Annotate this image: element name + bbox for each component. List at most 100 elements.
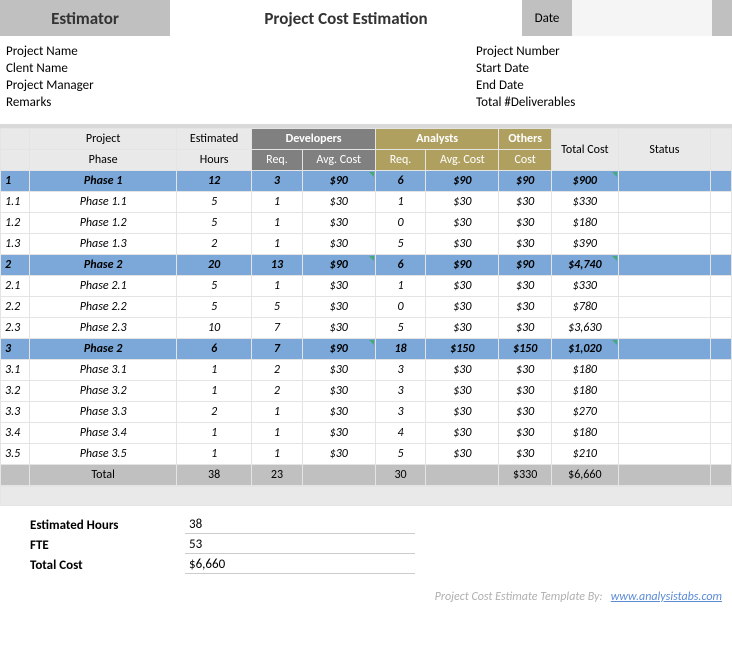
cell-status[interactable] [618, 213, 710, 234]
cell-ana-req[interactable]: 5 [375, 318, 425, 339]
cell-others[interactable]: $90 [499, 255, 551, 276]
cell-ana-avg[interactable]: $30 [426, 423, 499, 444]
cell-ana-req[interactable]: 3 [375, 360, 425, 381]
cell-others[interactable]: $30 [499, 444, 551, 465]
cell-ana-avg[interactable]: $90 [426, 255, 499, 276]
cell-dev-avg[interactable]: $30 [302, 402, 375, 423]
cell-ana-req[interactable]: 3 [375, 381, 425, 402]
cell-ana-req[interactable]: 3 [375, 402, 425, 423]
cell-others[interactable]: $30 [499, 423, 551, 444]
cell-idx[interactable]: 2 [1, 255, 30, 276]
cell-hours[interactable]: 1 [176, 381, 251, 402]
table-row[interactable]: 3.1Phase 3.112$303$30$30$180 [1, 360, 732, 381]
footer-link[interactable]: www.analysistabs.com [611, 590, 722, 604]
cell-dev-req[interactable]: 3 [252, 171, 302, 192]
cell-phase[interactable]: Phase 2.2 [30, 297, 177, 318]
cell-dev-req[interactable]: 1 [252, 234, 302, 255]
cell-phase[interactable]: Phase 2.1 [30, 276, 177, 297]
cell-phase[interactable]: Phase 2 [30, 255, 177, 276]
cell-dev-avg[interactable]: $30 [302, 192, 375, 213]
cell-ana-req[interactable]: 5 [375, 444, 425, 465]
table-row[interactable]: 1.3Phase 1.321$305$30$30$390 [1, 234, 732, 255]
cell-hours[interactable]: 12 [176, 171, 251, 192]
cell-hours[interactable]: 5 [176, 276, 251, 297]
cell-hours[interactable]: 6 [176, 339, 251, 360]
cell-phase[interactable]: Phase 2.3 [30, 318, 177, 339]
table-row[interactable]: 3.2Phase 3.212$303$30$30$180 [1, 381, 732, 402]
cell-phase[interactable]: Phase 1 [30, 171, 177, 192]
table-row[interactable]: 1.2Phase 1.251$300$30$30$180 [1, 213, 732, 234]
cell-hours[interactable]: 5 [176, 213, 251, 234]
cell-status[interactable] [618, 402, 710, 423]
cell-idx[interactable]: 2.2 [1, 297, 30, 318]
cell-total[interactable]: $180 [551, 213, 618, 234]
cell-status[interactable] [618, 360, 710, 381]
cell-total[interactable]: $780 [551, 297, 618, 318]
meta-project-name-value[interactable] [186, 44, 476, 59]
cell-dev-avg[interactable]: $90 [302, 255, 375, 276]
cell-ana-avg[interactable]: $90 [426, 171, 499, 192]
cell-total[interactable]: $390 [551, 234, 618, 255]
cell-status[interactable] [618, 381, 710, 402]
cell-total[interactable]: $3,630 [551, 318, 618, 339]
cell-ana-avg[interactable]: $30 [426, 444, 499, 465]
cell-idx[interactable]: 2.1 [1, 276, 30, 297]
cell-dev-avg[interactable]: $30 [302, 234, 375, 255]
meta-end-date-value[interactable] [606, 78, 726, 93]
cell-others[interactable]: $90 [499, 171, 551, 192]
cell-status[interactable] [618, 192, 710, 213]
cell-hours[interactable]: 2 [176, 402, 251, 423]
table-row[interactable]: 3.3Phase 3.321$303$30$30$270 [1, 402, 732, 423]
meta-client-name-value[interactable] [186, 61, 476, 76]
cell-dev-req[interactable]: 2 [252, 381, 302, 402]
cell-status[interactable] [618, 234, 710, 255]
cell-hours[interactable]: 1 [176, 444, 251, 465]
cell-idx[interactable]: 3.2 [1, 381, 30, 402]
cell-phase[interactable]: Phase 2 [30, 339, 177, 360]
sum-fte-value[interactable]: 53 [185, 536, 415, 554]
cell-dev-avg[interactable]: $30 [302, 276, 375, 297]
cell-idx[interactable]: 2.3 [1, 318, 30, 339]
cell-total[interactable]: $330 [551, 276, 618, 297]
cell-ana-req[interactable]: 0 [375, 297, 425, 318]
table-row[interactable]: 2.2Phase 2.255$300$30$30$780 [1, 297, 732, 318]
table-row[interactable]: 2.3Phase 2.3107$305$30$30$3,630 [1, 318, 732, 339]
cell-dev-avg[interactable]: $30 [302, 381, 375, 402]
meta-pm-value[interactable] [186, 78, 476, 93]
cell-status[interactable] [618, 339, 710, 360]
cell-hours[interactable]: 10 [176, 318, 251, 339]
meta-remarks-value[interactable] [186, 95, 476, 110]
date-input[interactable] [572, 0, 712, 36]
cell-phase[interactable]: Phase 1.2 [30, 213, 177, 234]
cell-status[interactable] [618, 318, 710, 339]
cell-dev-req[interactable]: 1 [252, 444, 302, 465]
cell-ana-avg[interactable]: $30 [426, 318, 499, 339]
cell-ana-avg[interactable]: $30 [426, 360, 499, 381]
cell-total[interactable]: $180 [551, 360, 618, 381]
cell-total[interactable]: $270 [551, 402, 618, 423]
cell-idx[interactable]: 1.2 [1, 213, 30, 234]
cell-dev-avg[interactable]: $90 [302, 171, 375, 192]
cell-total[interactable]: $180 [551, 423, 618, 444]
cell-others[interactable]: $30 [499, 297, 551, 318]
meta-deliverables-value[interactable] [606, 95, 726, 110]
cell-ana-req[interactable]: 4 [375, 423, 425, 444]
cell-dev-req[interactable]: 1 [252, 192, 302, 213]
cell-others[interactable]: $30 [499, 318, 551, 339]
cell-dev-avg[interactable]: $30 [302, 423, 375, 444]
cell-phase[interactable]: Phase 1.1 [30, 192, 177, 213]
cell-dev-avg[interactable]: $30 [302, 444, 375, 465]
table-row[interactable]: 1Phase 1123$906$90$90$900 [1, 171, 732, 192]
cell-phase[interactable]: Phase 3.5 [30, 444, 177, 465]
meta-start-date-value[interactable] [606, 61, 726, 76]
cell-ana-req[interactable]: 1 [375, 192, 425, 213]
cell-phase[interactable]: Phase 3.3 [30, 402, 177, 423]
cell-ana-req[interactable]: 0 [375, 213, 425, 234]
cell-others[interactable]: $30 [499, 276, 551, 297]
cell-idx[interactable]: 1.1 [1, 192, 30, 213]
cell-hours[interactable]: 5 [176, 192, 251, 213]
cell-hours[interactable]: 20 [176, 255, 251, 276]
cell-others[interactable]: $30 [499, 192, 551, 213]
cell-dev-avg[interactable]: $30 [302, 213, 375, 234]
cell-status[interactable] [618, 297, 710, 318]
